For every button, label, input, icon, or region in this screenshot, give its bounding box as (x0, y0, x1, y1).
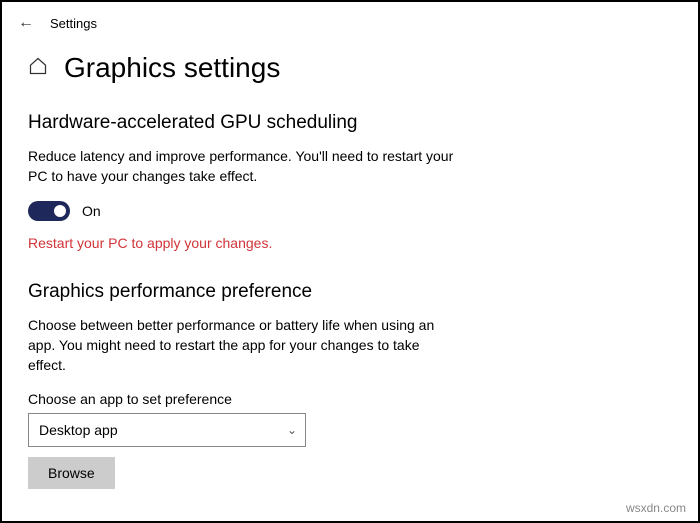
gpu-scheduling-heading: Hardware-accelerated GPU scheduling (28, 112, 672, 134)
title-row: Graphics settings (28, 52, 672, 84)
toggle-state-label: On (82, 203, 101, 219)
chevron-down-icon: ⌄ (287, 423, 297, 437)
app-type-dropdown[interactable]: Desktop app ⌄ (28, 413, 306, 447)
app-dropdown-label: Choose an app to set preference (28, 391, 672, 407)
gpu-scheduling-description: Reduce latency and improve performance. … (28, 146, 458, 187)
window-header: ← Settings (2, 2, 698, 32)
toggle-knob (54, 205, 66, 217)
page-content: Graphics settings Hardware-accelerated G… (2, 32, 698, 509)
dropdown-selected-value: Desktop app (39, 422, 118, 438)
gpu-toggle-row: On (28, 201, 672, 221)
page-title: Graphics settings (64, 52, 280, 84)
gpu-scheduling-toggle[interactable] (28, 201, 70, 221)
back-arrow-icon[interactable]: ← (18, 14, 34, 32)
header-title: Settings (50, 16, 97, 31)
restart-warning: Restart your PC to apply your changes. (28, 235, 672, 251)
performance-preference-description: Choose between better performance or bat… (28, 315, 458, 376)
browse-button[interactable]: Browse (28, 457, 115, 489)
performance-preference-heading: Graphics performance preference (28, 281, 672, 303)
watermark: wsxdn.com (626, 501, 686, 515)
home-icon[interactable] (28, 56, 48, 81)
